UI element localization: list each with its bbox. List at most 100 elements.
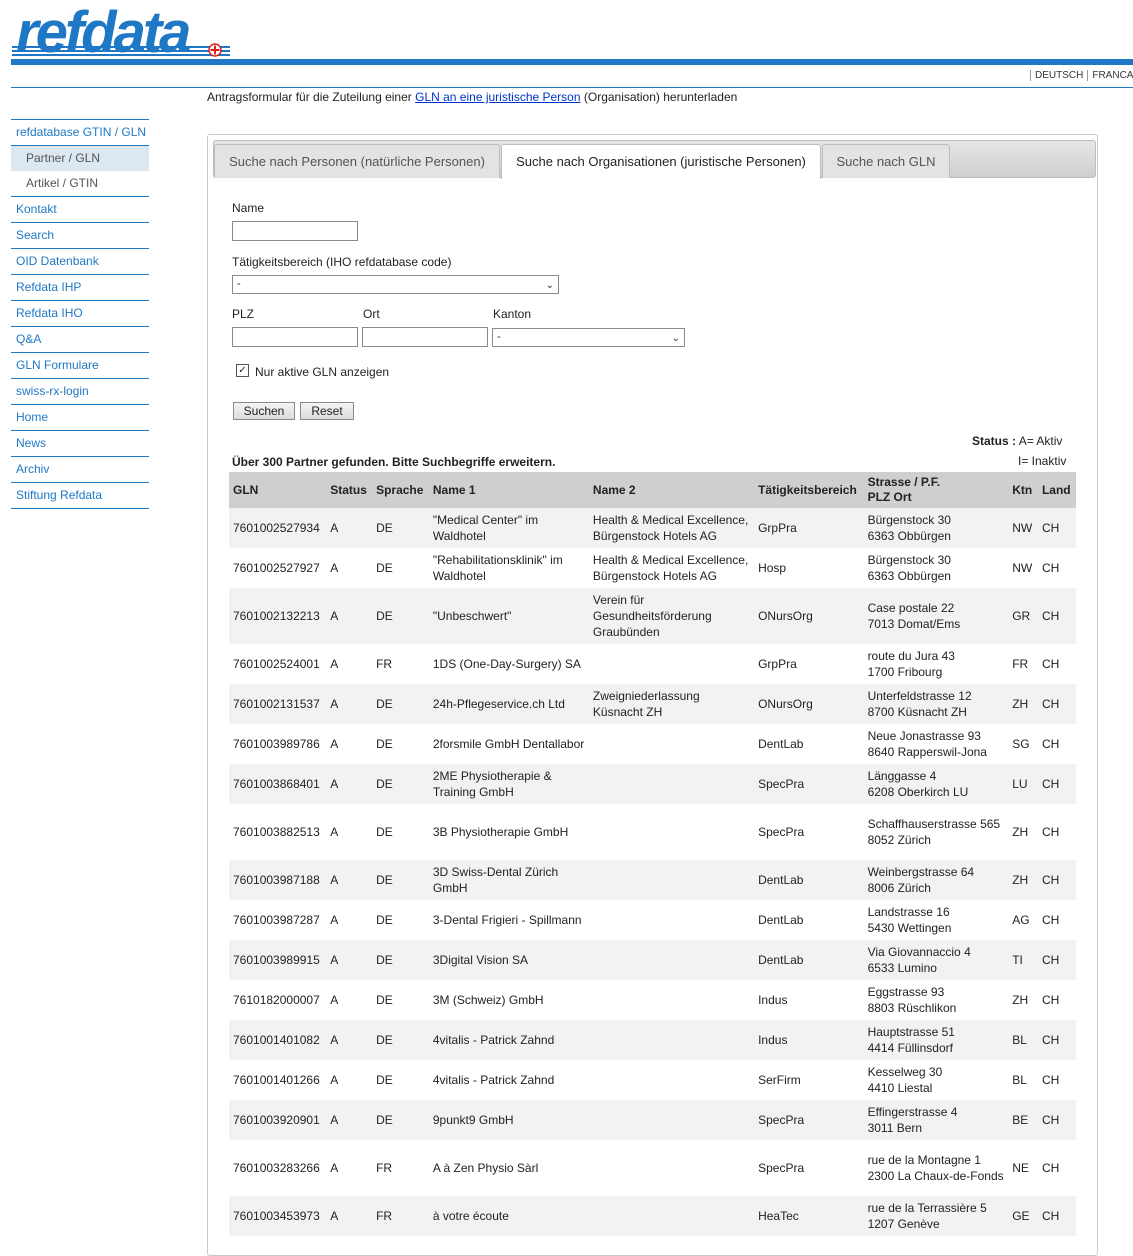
ort-input[interactable] — [362, 327, 488, 347]
table-row[interactable]: 7601003283266 A FR A à Zen Physio Sàrl SpecP… — [229, 1140, 1076, 1196]
cell-gln: 7601003882513 — [229, 804, 327, 860]
col-status[interactable]: Status — [326, 472, 373, 508]
ort-label: Ort — [363, 307, 380, 321]
cell-name2: Health & Medical Excellence, Bürgenstock… — [588, 508, 755, 548]
table-row[interactable]: 7601003989915 A DE 3Digital Vision SA DentLa… — [229, 940, 1076, 980]
cell-name1: 4vitalis - Patrick Zahnd — [428, 1020, 589, 1060]
cell-gln: 7601003987287 — [229, 900, 327, 940]
active-only-checkbox[interactable]: ✓ — [236, 364, 249, 377]
table-row[interactable]: 7601001401082 A DE 4vitalis - Patrick Zahnd… — [229, 1020, 1076, 1060]
sidebar-item-refdata-iho[interactable]: Refdata IHO — [11, 301, 149, 327]
sidebar-nav: refdatabase GTIN / GLN Partner / GLN Art… — [11, 119, 149, 509]
sidebar-item-news[interactable]: News — [11, 431, 149, 457]
sidebar-item-swiss-rx-login[interactable]: swiss-rx-login — [11, 379, 149, 405]
table-row[interactable]: 7601002132213 A DE "Unbeschwert" Verein für … — [229, 588, 1076, 644]
cell-gln: 7601002527934 — [229, 508, 327, 548]
sidebar-item-kontakt[interactable]: Kontakt — [11, 197, 149, 223]
cell-ktn: ZH — [1008, 804, 1038, 860]
cell-sprache: DE — [372, 548, 429, 588]
col-strasse-plz-ort[interactable]: Strasse / P.F. PLZ Ort — [863, 472, 1009, 508]
cell-taetigkeitsbereich: Indus — [754, 980, 864, 1020]
sidebar-item-refdata-ihp[interactable]: Refdata IHP — [11, 275, 149, 301]
table-row[interactable]: 7601003453973 A FR à votre écoute HeaTec rue … — [229, 1196, 1076, 1236]
table-row[interactable]: 7601003987188 A DE 3D Swiss-Dental Zürich G… — [229, 860, 1076, 900]
table-row[interactable]: 7601003920901 A DE 9punkt9 GmbH SpecPra Effin… — [229, 1100, 1076, 1140]
search-panel: Suche nach Personen (natürliche Personen… — [207, 134, 1098, 1256]
cell-ktn: NW — [1008, 548, 1038, 588]
plz-input[interactable] — [232, 327, 358, 347]
table-row[interactable]: 7601002524001 A FR 1DS (One-Day-Surgery) SA… — [229, 644, 1076, 684]
active-only-label: Nur aktive GLN anzeigen — [255, 365, 390, 379]
sidebar-item-archiv[interactable]: Archiv — [11, 457, 149, 483]
cell-name2 — [588, 860, 755, 900]
cell-status: A — [326, 940, 373, 980]
search-button[interactable]: Suchen — [233, 402, 295, 420]
cell-status: A — [326, 508, 373, 548]
cell-ktn: AG — [1008, 900, 1038, 940]
download-prefix: Antragsformular für die Zuteilung einer — [207, 90, 416, 104]
sidebar-item-home[interactable]: Home — [11, 405, 149, 431]
table-row[interactable]: 7610182000007 A DE 3M (Schweiz) GmbH Indus Eg… — [229, 980, 1076, 1020]
name-input[interactable] — [232, 221, 358, 241]
tab-personen[interactable]: Suche nach Personen (natürliche Personen… — [214, 144, 500, 178]
reset-button[interactable]: Reset — [300, 402, 354, 420]
status-legend-active: A= Aktiv — [1018, 434, 1063, 448]
cell-name1: 2forsmile GmbH Dentallabor — [428, 724, 589, 764]
cell-gln: 7601002524001 — [229, 644, 327, 684]
sidebar-item-stiftung-refdata[interactable]: Stiftung Refdata — [11, 483, 149, 509]
cell-name2 — [588, 940, 755, 980]
cell-ktn: BL — [1008, 1060, 1038, 1100]
col-name1[interactable]: Name 1 — [428, 472, 589, 508]
col-name2[interactable]: Name 2 — [588, 472, 755, 508]
kanton-select[interactable]: - ⌄ — [492, 328, 685, 347]
cell-ktn: TI — [1008, 940, 1038, 980]
sidebar-item-gln-formulare[interactable]: GLN Formulare — [11, 353, 149, 379]
sidebar-item-oid-datenbank[interactable]: OID Datenbank — [11, 249, 149, 275]
sidebar-item-refdatabase[interactable]: refdatabase GTIN / GLN — [11, 119, 149, 146]
table-row[interactable]: 7601002527934 A DE "Medical Center" im Wald… — [229, 508, 1076, 548]
table-row[interactable]: 7601002527927 A DE "Rehabilitationsklinik" … — [229, 548, 1076, 588]
gln-juristische-person-link[interactable]: GLN an eine juristische Person — [415, 90, 580, 104]
tab-gln[interactable]: Suche nach GLN — [822, 144, 950, 178]
sidebar-item-artikel-gtin[interactable]: Artikel / GTIN — [11, 171, 149, 197]
cell-status: A — [326, 684, 373, 724]
cell-sprache: DE — [372, 940, 429, 980]
cell-ktn: BL — [1008, 1020, 1038, 1060]
table-row[interactable]: 7601003882513 A DE 3B Physiotherapie GmbH Sp… — [229, 804, 1076, 860]
refdata-logo[interactable]: refdata — [12, 6, 232, 62]
sidebar-item-qa[interactable]: Q&A — [11, 327, 149, 353]
plz-label: PLZ — [232, 307, 255, 321]
cell-land: CH — [1037, 1060, 1076, 1100]
col-land[interactable]: Land — [1037, 472, 1076, 508]
table-row[interactable]: 7601002131537 A DE 24h-Pflegeservice.ch Ltd… — [229, 684, 1076, 724]
cell-name1: 3Digital Vision SA — [428, 940, 589, 980]
header-blue-bar — [11, 59, 1133, 65]
download-suffix: (Organisation) herunterladen — [580, 90, 738, 104]
cell-adresse: Effingerstrasse 4 3011 Bern — [863, 1100, 1009, 1140]
table-row[interactable]: 7601003989786 A DE 2forsmile GmbH Dentallab… — [229, 724, 1076, 764]
sidebar-item-search[interactable]: Search — [11, 223, 149, 249]
col-sprache[interactable]: Sprache — [372, 472, 429, 508]
cell-land: CH — [1037, 940, 1076, 980]
lang-francais[interactable]: FRANCAIS — [1087, 70, 1133, 81]
table-row[interactable]: 7601003868401 A DE 2ME Physiotherapie & Tra… — [229, 764, 1076, 804]
cell-sprache: DE — [372, 588, 429, 644]
activity-select[interactable]: - ⌄ — [232, 275, 559, 294]
col-taetigkeitsbereich[interactable]: Tätigkeitsbereich — [754, 472, 864, 508]
cell-status: A — [326, 900, 373, 940]
lang-deutsch[interactable]: DEUTSCH — [1030, 70, 1087, 81]
cell-adresse: Kesselweg 30 4410 Liestal — [863, 1060, 1009, 1100]
cell-taetigkeitsbereich: DentLab — [754, 724, 864, 764]
table-row[interactable]: 7601003987287 A DE 3-Dental Frigieri - Spil… — [229, 900, 1076, 940]
col-gln[interactable]: GLN — [229, 472, 327, 508]
cell-name1: 1DS (One-Day-Surgery) SA — [428, 644, 589, 684]
tab-organisationen[interactable]: Suche nach Organisationen (juristische P… — [501, 144, 821, 179]
name-label: Name — [232, 201, 265, 215]
cell-land: CH — [1037, 1196, 1076, 1236]
col-ktn[interactable]: Ktn — [1008, 472, 1038, 508]
cell-sprache: DE — [372, 1060, 429, 1100]
cell-status: A — [326, 1100, 373, 1140]
table-row[interactable]: 7601001401266 A DE 4vitalis - Patrick Zahnd… — [229, 1060, 1076, 1100]
cell-ktn: SG — [1008, 724, 1038, 764]
sidebar-item-partner-gln[interactable]: Partner / GLN — [11, 146, 149, 171]
